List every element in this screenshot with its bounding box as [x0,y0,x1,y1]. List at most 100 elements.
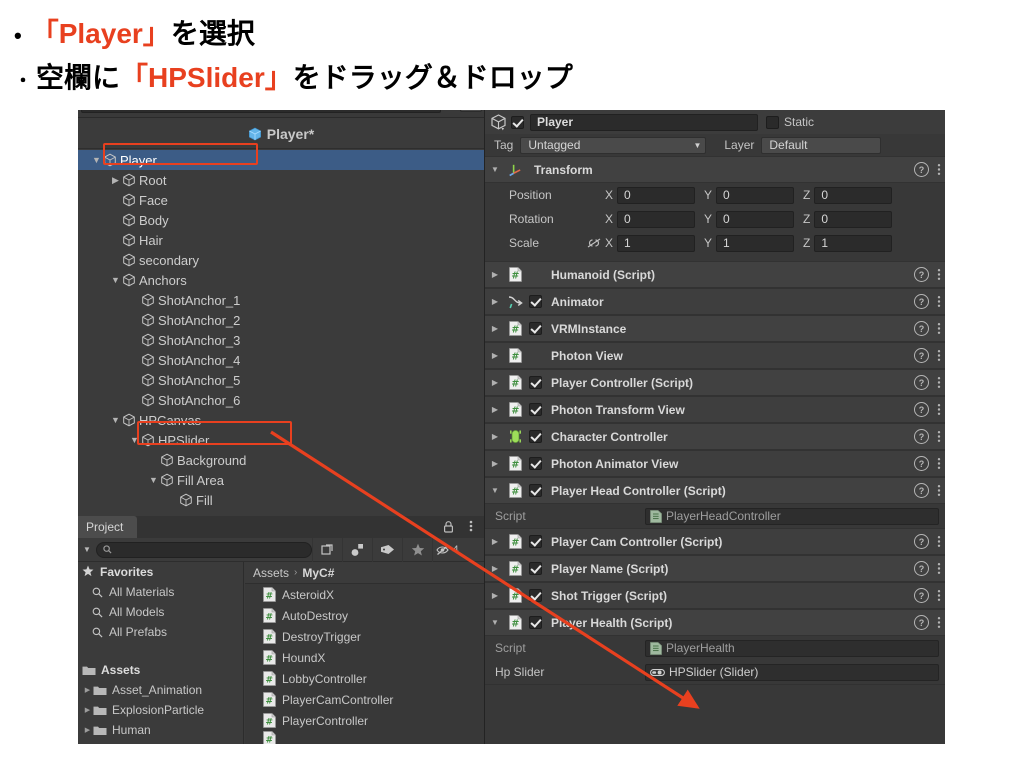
component-header-player-controller-script[interactable]: ▶ # Player Controller (Script)? [485,369,945,396]
component-kebab-menu-icon[interactable] [937,535,941,549]
component-enabled-checkbox[interactable] [529,403,542,416]
help-icon[interactable]: ? [914,294,929,309]
help-icon[interactable]: ? [914,483,929,498]
hierarchy-item-face[interactable]: Face [78,190,484,210]
breadcrumb-root[interactable]: Assets [253,566,289,580]
help-icon[interactable]: ? [914,375,929,390]
transform-rotation-y[interactable]: 0 [716,210,795,228]
component-header-shot-trigger-script[interactable]: ▶ # Shot Trigger (Script)? [485,582,945,609]
component-kebab-menu-icon[interactable] [937,484,941,498]
twirl-right-icon[interactable]: ▶ [485,591,505,600]
hierarchy-item-shotanchor-5[interactable]: ShotAnchor_5 [78,370,484,390]
tab-project[interactable]: Project [78,516,138,538]
component-header-transform[interactable]: ▼ Transform? [485,156,945,183]
search-input[interactable] [96,541,312,558]
hierarchy-item-player[interactable]: ▼ Player [78,150,484,170]
field-value-object[interactable]: HPSlider (Slider) [645,663,939,681]
component-kebab-menu-icon[interactable] [937,403,941,417]
twirl-right-icon[interactable]: ▶ [485,537,505,546]
help-icon[interactable]: ? [914,588,929,603]
component-header-player-name-script[interactable]: ▶ # Player Name (Script)? [485,555,945,582]
twirl-down-icon[interactable]: ▼ [147,475,160,485]
lock-icon[interactable] [443,520,454,536]
component-enabled-checkbox[interactable] [529,376,542,389]
project-folder-tree[interactable]: Favorites All Materials All Models All Pref… [78,562,244,744]
asset-file-destroytrigger[interactable]: # DestroyTrigger [245,626,484,647]
component-enabled-checkbox[interactable] [529,322,542,335]
favorite-item-all-prefabs[interactable]: All Prefabs [78,622,243,642]
transform-scale-y[interactable]: 1 [716,234,795,252]
transform-position-y[interactable]: 0 [716,186,795,204]
tag-dropdown[interactable]: Untagged ▼ [520,136,707,154]
help-icon[interactable]: ? [914,534,929,549]
twirl-right-icon[interactable]: ▶ [485,459,505,468]
gameobject-enabled-checkbox[interactable] [511,115,524,129]
twirl-right-icon[interactable]: ▶ [485,405,505,414]
layer-dropdown[interactable]: Default [761,136,882,154]
component-enabled-checkbox[interactable] [529,616,542,629]
hidden-packages-icon[interactable]: 4 [432,537,462,562]
twirl-down-icon[interactable]: ▼ [90,155,103,165]
field-value-object[interactable]: PlayerHealth [645,639,939,657]
component-kebab-menu-icon[interactable] [937,322,941,336]
component-enabled-checkbox[interactable] [529,295,542,308]
twirl-right-icon[interactable]: ▶ [485,270,505,279]
help-icon[interactable]: ? [914,348,929,363]
twirl-right-icon[interactable]: ▶ [82,706,93,714]
asset-file-playercontroller[interactable]: # PlayerController [245,710,484,731]
field-value-object[interactable]: PlayerHeadController [645,507,939,525]
hierarchy-item-shotanchor-2[interactable]: ShotAnchor_2 [78,310,484,330]
help-icon[interactable]: ? [914,615,929,630]
assets-folder-explosionparticle[interactable]: ▶ ExplosionParticle [78,700,243,720]
twirl-down-icon[interactable]: ▼ [485,165,505,174]
component-header-photon-transform-view[interactable]: ▶ # Photon Transform View? [485,396,945,423]
hierarchy-item-shotanchor-3[interactable]: ShotAnchor_3 [78,330,484,350]
twirl-right-icon[interactable]: ▶ [485,297,505,306]
asset-file-list[interactable]: # AsteroidX # AutoDestroy # DestroyTrigger # Ho… [245,584,484,744]
twirl-down-icon[interactable]: ▼ [485,486,505,495]
transform-scale-x[interactable]: 1 [617,234,696,252]
component-header-animator[interactable]: ▶ Animator? [485,288,945,315]
hierarchy-item-background[interactable]: Background [78,450,484,470]
twirl-down-icon[interactable]: ▼ [109,415,122,425]
help-icon[interactable]: ? [914,561,929,576]
hierarchy-item-root[interactable]: ▶ Root [78,170,484,190]
asset-file-houndx[interactable]: # HoundX [245,647,484,668]
component-header-player-health-script[interactable]: ▼ # Player Health (Script)? [485,609,945,636]
component-header-photon-animator-view[interactable]: ▶ # Photon Animator View? [485,450,945,477]
component-enabled-checkbox[interactable] [529,430,542,443]
hierarchy-item-hair[interactable]: Hair [78,230,484,250]
assets-folder-asset-animation[interactable]: ▶ Asset_Animation [78,680,243,700]
component-kebab-menu-icon[interactable] [937,562,941,576]
component-kebab-menu-icon[interactable] [937,589,941,603]
component-enabled-checkbox[interactable] [529,589,542,602]
component-enabled-checkbox[interactable] [529,562,542,575]
help-icon[interactable]: ? [914,402,929,417]
asset-file-autodestroy[interactable]: # AutoDestroy [245,605,484,626]
hierarchy-item-anchors[interactable]: ▼ Anchors [78,270,484,290]
component-kebab-menu-icon[interactable] [937,349,941,363]
help-icon[interactable]: ? [914,429,929,444]
project-kebab-menu-icon[interactable] [469,519,473,536]
static-toggle[interactable]: Static [766,115,814,129]
twirl-right-icon[interactable]: ▶ [485,324,505,333]
twirl-right-icon[interactable]: ▶ [485,351,505,360]
help-icon[interactable]: ? [914,162,929,177]
favorite-star-icon[interactable] [402,537,432,562]
project-asset-list[interactable]: Assets › MyC# # AsteroidX # AutoDestroy # Des… [245,562,484,744]
component-kebab-menu-icon[interactable] [937,268,941,282]
hierarchy-item-shotanchor-6[interactable]: ShotAnchor_6 [78,390,484,410]
favorite-item-all-materials[interactable]: All Materials [78,582,243,602]
twirl-right-icon[interactable]: ▶ [485,564,505,573]
scale-link-icon[interactable] [585,238,603,248]
twirl-right-icon[interactable]: ▶ [82,686,93,694]
component-enabled-checkbox[interactable] [529,484,542,497]
label-filter-icon[interactable] [372,537,402,562]
asset-file-lobbycontroller[interactable]: # LobbyController [245,668,484,689]
twirl-right-icon[interactable]: ▶ [82,726,93,734]
component-kebab-menu-icon[interactable] [937,457,941,471]
transform-position-x[interactable]: 0 [617,186,696,204]
component-enabled-checkbox[interactable] [529,457,542,470]
transform-rotation-z[interactable]: 0 [814,210,893,228]
asset-file-asteroidx[interactable]: # AsteroidX [245,584,484,605]
